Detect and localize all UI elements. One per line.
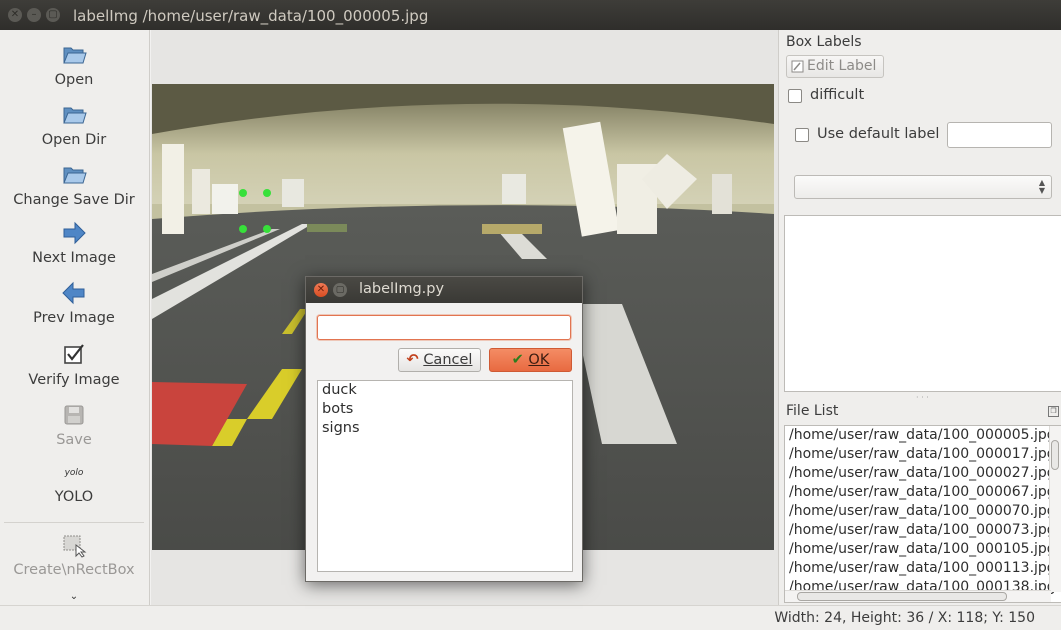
create-rectbox-button[interactable]: Create\nRectBox (0, 532, 148, 578)
label-select[interactable]: ▲ ▼ (794, 175, 1052, 199)
ok-button-label: OK (528, 352, 550, 368)
status-text: Width: 24, Height: 36 / X: 118; Y: 150 (774, 610, 1035, 626)
change-save-dir-button[interactable]: Change Save Dir (0, 162, 148, 208)
edit-label-icon (791, 60, 804, 73)
cancel-button-label: Cancel (423, 352, 473, 368)
cancel-button[interactable]: ↶ Cancel (398, 348, 481, 372)
folder-open-icon (63, 167, 87, 184)
window-title-bar: ✕ – ▢ labelImg /home/user/raw_data/100_0… (0, 0, 1061, 30)
arrow-right-icon (63, 221, 86, 245)
open-button[interactable]: Open (0, 42, 148, 88)
check-icon: ✔ (511, 352, 524, 368)
prev-image-label: Prev Image (33, 310, 115, 326)
label-list[interactable] (784, 215, 1061, 392)
use-default-label-text: Use default label (817, 126, 940, 142)
difficult-checkbox[interactable] (788, 89, 802, 103)
yolo-label: YOLO (54, 489, 94, 505)
yolo-format-button[interactable]: yolo YOLO (0, 463, 148, 505)
use-default-label-checkbox[interactable] (795, 128, 809, 142)
folder-open-icon (63, 47, 87, 64)
next-image-label: Next Image (32, 250, 116, 266)
create-rectbox-label: Create\nRectBox (13, 562, 135, 578)
save-label: Save (56, 432, 92, 448)
file-list-item[interactable]: /home/user/raw_data/100_000017.jpg (789, 446, 1056, 462)
file-list-title: File List (786, 403, 839, 419)
label-suggestion-list[interactable]: duck bots signs (317, 380, 573, 572)
create-rectbox-icon (63, 535, 87, 558)
dialog-close-button[interactable]: ✕ (314, 283, 328, 297)
float-dock-icon[interactable]: ❐ (1048, 406, 1059, 417)
window-maximize-button[interactable]: ▢ (46, 8, 60, 22)
next-image-button[interactable]: Next Image (0, 220, 148, 266)
label-dialog: ✕ ▢ labelImg.py ↶ Cancel ✔ OK duck bots … (305, 276, 583, 582)
window-minimize-button[interactable]: – (27, 8, 41, 22)
file-list-item[interactable]: /home/user/raw_data/100_000027.jpg (789, 465, 1056, 481)
label-suggestion-item[interactable]: signs (322, 420, 360, 436)
file-list-item[interactable]: /home/user/raw_data/100_000067.jpg (789, 484, 1056, 500)
file-list-item[interactable]: /home/user/raw_data/100_000113.jpg (789, 560, 1056, 576)
file-list[interactable]: /home/user/raw_data/100_000005.jpg /home… (784, 425, 1061, 603)
verify-image-button[interactable]: Verify Image (0, 342, 148, 388)
window-close-button[interactable]: ✕ (8, 8, 22, 22)
prev-image-button[interactable]: Prev Image (0, 280, 148, 326)
vertical-scroll-thumb[interactable] (1051, 440, 1059, 470)
label-text-input[interactable] (317, 315, 571, 340)
dialog-title-bar: ✕ ▢ labelImg.py (306, 277, 582, 303)
open-dir-label: Open Dir (41, 132, 107, 148)
change-save-dir-label: Change Save Dir (13, 192, 135, 208)
open-dir-button[interactable]: Open Dir (0, 102, 148, 148)
chevron-double-down-icon[interactable]: ⌄ (0, 591, 148, 602)
folder-open-icon (63, 107, 87, 124)
file-list-horizontal-scrollbar[interactable] (785, 590, 1051, 602)
dialog-title: labelImg.py (359, 281, 445, 297)
edit-label-button[interactable]: Edit Label (786, 55, 884, 78)
yolo-format-icon: yolo (64, 468, 84, 478)
checkbox-icon (64, 344, 84, 364)
box-labels-title: Box Labels (786, 34, 862, 50)
toolbar-separator (4, 522, 144, 523)
default-label-input[interactable] (947, 122, 1052, 148)
right-dock: Box Labels Edit Label difficult Use defa… (778, 30, 1061, 605)
difficult-label: difficult (810, 87, 865, 103)
floppy-disk-icon (64, 405, 84, 425)
dialog-maximize-button[interactable]: ▢ (333, 283, 347, 297)
undo-icon: ↶ (406, 352, 419, 368)
file-list-vertical-scrollbar[interactable] (1049, 426, 1061, 592)
window-title: labelImg /home/user/raw_data/100_000005.… (73, 7, 429, 25)
file-list-item[interactable]: /home/user/raw_data/100_000105.jpg (789, 541, 1056, 557)
horizontal-scroll-thumb[interactable] (797, 592, 1007, 601)
splitter-handle[interactable]: · · · (916, 393, 929, 402)
verify-image-label: Verify Image (28, 372, 120, 388)
open-label: Open (54, 72, 94, 88)
edit-label-text: Edit Label (807, 58, 877, 74)
save-button[interactable]: Save (0, 402, 148, 448)
chevron-up-down-icon: ▲ ▼ (1038, 178, 1045, 195)
arrow-left-icon (62, 281, 85, 305)
file-list-item[interactable]: /home/user/raw_data/100_000005.jpg (789, 427, 1056, 443)
left-toolbar: Open Open Dir Change Save Dir Next Image… (0, 30, 150, 605)
file-list-item[interactable]: /home/user/raw_data/100_000070.jpg (789, 503, 1056, 519)
label-suggestion-item[interactable]: duck (322, 382, 357, 398)
label-suggestion-item[interactable]: bots (322, 401, 353, 417)
file-list-item[interactable]: /home/user/raw_data/100_000073.jpg (789, 522, 1056, 538)
status-bar: Width: 24, Height: 36 / X: 118; Y: 150 (0, 605, 1061, 630)
ok-button[interactable]: ✔ OK (489, 348, 572, 372)
